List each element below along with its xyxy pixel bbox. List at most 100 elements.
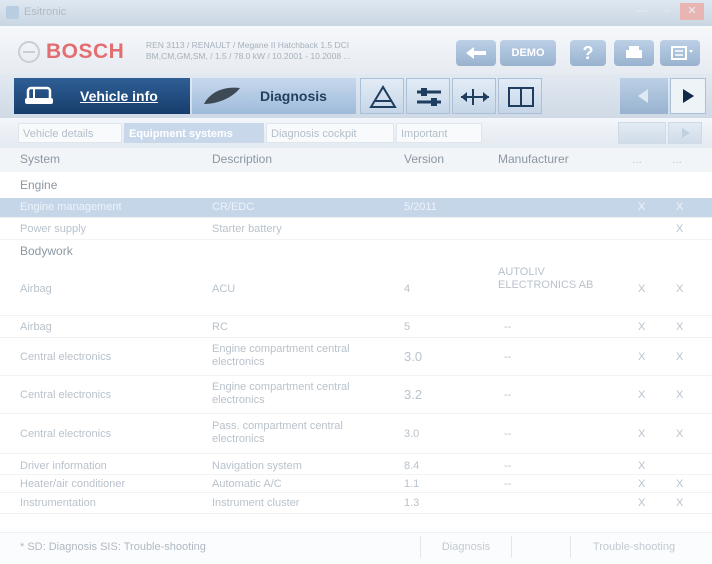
- table-row[interactable]: Central electronics Pass. compartment ce…: [0, 416, 712, 454]
- col-manufacturer[interactable]: Manufacturer: [498, 152, 569, 166]
- vehicle-lift-icon: [369, 85, 397, 108]
- help-button[interactable]: ?: [570, 40, 606, 66]
- vehicle-line-1: REN 3113 / RENAULT / Megane II Hatchback…: [146, 40, 350, 50]
- cell-sd: X: [638, 321, 646, 333]
- tab-vehicle-info-label: Vehicle info: [80, 88, 158, 104]
- cell-version: 8.4: [404, 460, 420, 472]
- cell-sis: X: [676, 321, 684, 333]
- group-bodywork: Bodywork: [20, 244, 73, 258]
- cell-sd: X: [638, 389, 646, 401]
- title-bar: Esitronic — ▫ ✕: [0, 0, 712, 26]
- diagnosis-button[interactable]: Diagnosis: [420, 536, 512, 558]
- tab-vehicle-info[interactable]: Vehicle info: [14, 78, 190, 114]
- table-row[interactable]: Driver information Navigation system 8.4…: [0, 458, 712, 475]
- cell-sis: X: [676, 351, 684, 363]
- cell-sd: X: [638, 428, 646, 440]
- tab-diagnosis-label: Diagnosis: [260, 88, 327, 104]
- table-row[interactable]: Heater/air conditioner Automatic A/C 1.1…: [0, 476, 712, 493]
- cell-system: Central electronics: [20, 428, 112, 440]
- cell-description: Instrument cluster: [212, 497, 300, 509]
- cell-sis: X: [676, 428, 684, 440]
- table-row[interactable]: Airbag ACU 4 AUTOLIV ELECTRONICS AB X X: [0, 264, 712, 316]
- minimize-button[interactable]: —: [630, 3, 654, 20]
- cell-description: Pass. compartment central electronics: [212, 420, 343, 445]
- tab-manual[interactable]: [498, 78, 542, 114]
- group-engine: Engine: [20, 178, 58, 192]
- cell-system: Instrumentation: [20, 497, 96, 509]
- cell-manufacturer: --: [504, 321, 512, 333]
- maximize-button[interactable]: ▫: [655, 3, 679, 20]
- cell-version: 5/2011: [404, 201, 437, 213]
- cell-description: Automatic A/C: [212, 478, 282, 490]
- back-arrow-button[interactable]: [456, 40, 496, 66]
- cell-sd: X: [638, 478, 646, 490]
- cell-manufacturer: --: [504, 351, 512, 363]
- table-row[interactable]: Airbag RC 5 -- X X: [0, 318, 712, 338]
- tab-vehicle-lift[interactable]: [360, 78, 404, 114]
- cell-version: 4: [404, 283, 411, 295]
- book-icon: [508, 87, 534, 107]
- table-row[interactable]: Central electronics Engine compartment c…: [0, 340, 712, 376]
- cell-description: Engine compartment central electronics: [212, 343, 350, 368]
- printer-icon: [626, 46, 642, 58]
- diagnosis-probe-icon: [204, 87, 240, 104]
- arrow-right-icon: [682, 128, 690, 138]
- cell-description: Navigation system: [212, 460, 302, 472]
- nav-back-button[interactable]: [620, 78, 668, 114]
- vehicle-line-2: BM,CM,GM,SM, / 1.5 / 78.0 kW / 10.2001 -…: [146, 51, 351, 61]
- sliders-icon: [417, 88, 441, 106]
- cell-description: Starter battery: [212, 223, 282, 235]
- cell-sis: X: [676, 201, 684, 213]
- cell-system: Engine management: [20, 201, 122, 213]
- table-row[interactable]: Engine management CR/EDC 5/2011 X X: [0, 198, 712, 218]
- col-sis[interactable]: ...: [672, 152, 682, 166]
- cell-description: ACU: [212, 283, 236, 295]
- tab-measurement[interactable]: [452, 78, 496, 114]
- cell-sis: X: [676, 223, 684, 235]
- table-row[interactable]: Central electronics Engine compartment c…: [0, 378, 712, 414]
- footer-note: * SD: Diagnosis SIS: Trouble-shooting: [20, 541, 206, 553]
- cell-version: 5: [404, 321, 411, 333]
- col-system[interactable]: System: [20, 152, 60, 166]
- print-button[interactable]: [614, 40, 654, 66]
- brand-name: BOSCH: [46, 40, 125, 63]
- nav-forward-button[interactable]: [670, 78, 706, 114]
- cell-system: Heater/air conditioner: [20, 478, 126, 490]
- table-header: [0, 148, 712, 172]
- cell-system: Power supply: [20, 223, 87, 235]
- vehicle-icon: [25, 86, 53, 104]
- subtab-prev-button[interactable]: [618, 122, 666, 144]
- cell-version: 1.1: [404, 478, 420, 490]
- arrow-left-icon: [638, 89, 648, 103]
- subtab-next-button[interactable]: [668, 122, 702, 144]
- cell-sd: X: [638, 460, 646, 472]
- menu-list-icon: [671, 46, 693, 60]
- close-button[interactable]: ✕: [680, 3, 704, 20]
- subtab-equipment-systems[interactable]: Equipment systems: [124, 123, 264, 143]
- demo-button[interactable]: DEMO: [500, 40, 556, 66]
- cell-description: RC: [212, 321, 228, 333]
- table-row[interactable]: Instrumentation Instrument cluster 1.3 X…: [0, 494, 712, 514]
- measure-arrows-icon: [461, 89, 489, 105]
- cell-manufacturer: --: [504, 389, 512, 401]
- cell-system: Airbag: [20, 283, 52, 295]
- col-sd[interactable]: ...: [632, 152, 642, 166]
- col-version[interactable]: Version: [404, 152, 444, 166]
- subtab-vehicle-details[interactable]: Vehicle details: [18, 123, 122, 143]
- cell-system: Driver information: [20, 460, 107, 472]
- col-description[interactable]: Description: [212, 152, 272, 166]
- subtab-diagnosis-cockpit[interactable]: Diagnosis cockpit: [266, 123, 394, 143]
- cell-version: 1.3: [404, 497, 420, 509]
- trouble-shooting-button[interactable]: Trouble-shooting: [570, 536, 697, 558]
- menu-button[interactable]: [660, 40, 700, 66]
- cell-version: 3.0: [404, 349, 423, 364]
- window-title: Esitronic: [24, 6, 67, 18]
- cell-system: Central electronics: [20, 351, 112, 363]
- tab-diagnosis[interactable]: Diagnosis: [192, 78, 356, 114]
- cell-manufacturer: AUTOLIV ELECTRONICS AB: [498, 266, 594, 291]
- subtab-important[interactable]: Important: [396, 123, 482, 143]
- app-header: BOSCH REN 3113 / RENAULT / Megane II Hat…: [0, 26, 712, 74]
- table-row[interactable]: Power supply Starter battery X: [0, 220, 712, 240]
- tab-settings[interactable]: [406, 78, 450, 114]
- back-arrow-icon: [466, 47, 486, 59]
